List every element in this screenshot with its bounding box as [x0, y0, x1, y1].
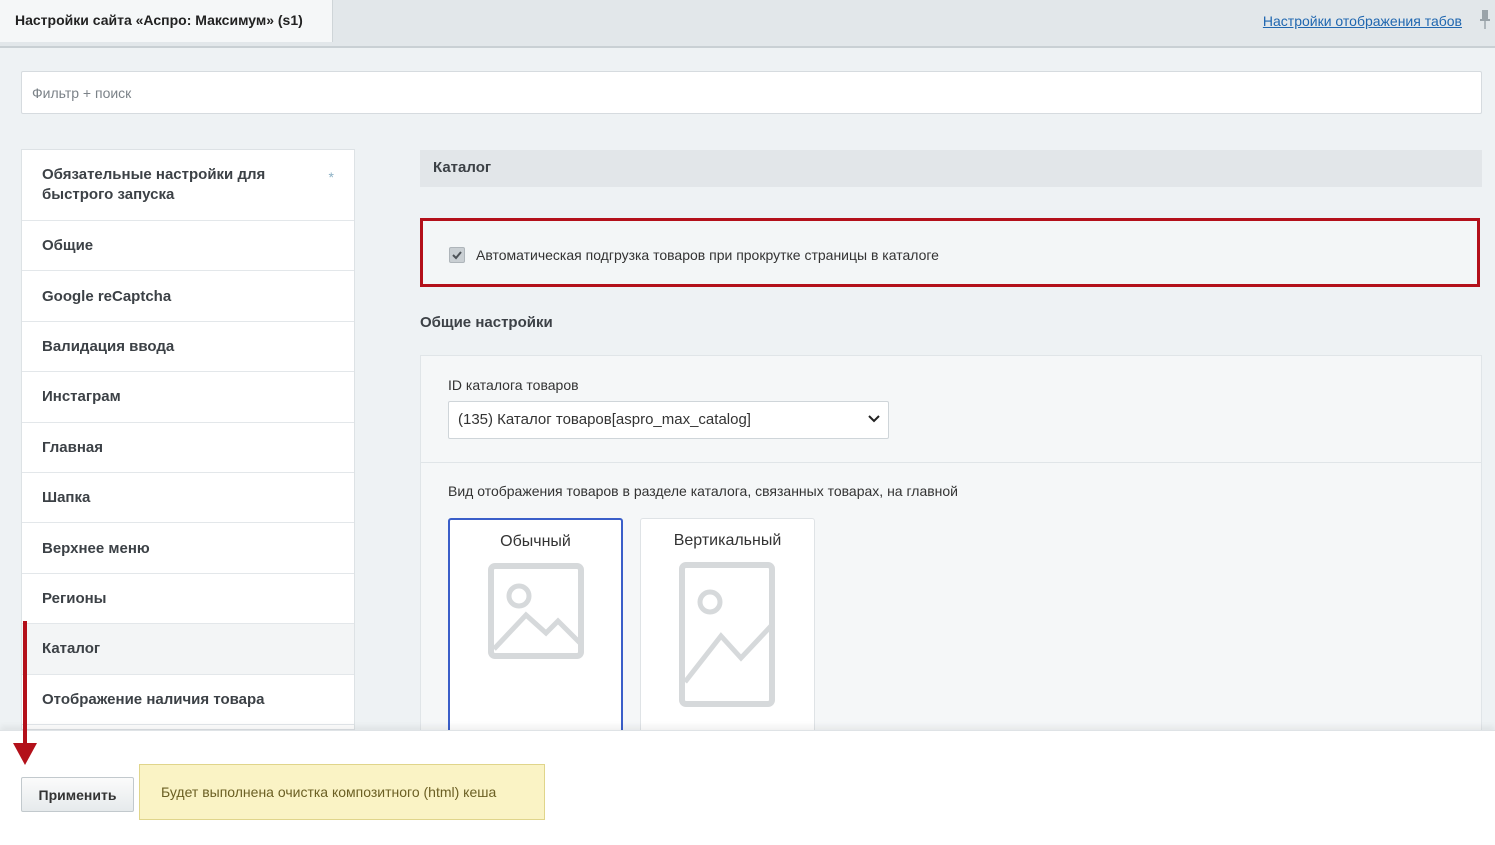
sidebar-item-label: Отображение наличия товара [42, 690, 265, 708]
view-mode-label: Вид отображения товаров в разделе катало… [448, 483, 959, 499]
sidebar-item-required-settings[interactable]: Обязательные настройки для быстрого запу… [22, 150, 354, 221]
sidebar-item-stock-display[interactable]: Отображение наличия товара [22, 675, 354, 725]
check-icon [452, 251, 462, 260]
catalog-id-select[interactable]: (135) Каталог товаров[aspro_max_catalog] [448, 401, 889, 439]
tab-bar: Настройки сайта «Аспро: Максимум» (s1) Н… [0, 0, 1495, 48]
view-option-label: Обычный [500, 533, 571, 550]
sidebar-item-label: Шапка [42, 489, 91, 507]
general-settings-heading: Общие настройки [420, 314, 553, 331]
sidebar-item-general[interactable]: Общие [22, 221, 354, 272]
apply-button[interactable]: Применить [21, 777, 134, 812]
sidebar-item-label: Верхнее меню [42, 539, 150, 557]
tabs-display-settings-link[interactable]: Настройки отображения табов [1263, 13, 1462, 29]
autoload-checkbox[interactable] [449, 247, 465, 263]
autoload-checkbox-label[interactable]: Автоматическая подгрузка товаров при про… [476, 247, 939, 263]
sidebar-item-label: Общие [42, 237, 94, 255]
tab-site-settings[interactable]: Настройки сайта «Аспро: Максимум» (s1) [0, 0, 333, 42]
view-option-vertical[interactable]: Вертикальный [640, 518, 815, 748]
autoload-highlight-box: Автоматическая подгрузка товаров при про… [420, 218, 1480, 287]
filter-search [21, 71, 1482, 114]
sidebar-item-label: Google reCaptcha [42, 287, 172, 305]
sidebar-item-top-menu[interactable]: Верхнее меню [22, 523, 354, 574]
sidebar-item-label: Каталог [42, 640, 101, 658]
annotation-arrow-icon [13, 621, 37, 765]
panel-divider [421, 462, 1481, 463]
sidebar-item-catalog[interactable]: Каталог [22, 624, 354, 675]
settings-sidebar: Обязательные настройки для быстрого запу… [21, 149, 355, 730]
sidebar-item-header[interactable]: Шапка [22, 473, 354, 524]
view-option-label: Вертикальный [673, 532, 782, 549]
sidebar-item-label: Регионы [42, 589, 107, 607]
sidebar-item-label: Обязательные настройки для быстрого запу… [42, 166, 266, 203]
catalog-id-value: (135) Каталог товаров[aspro_max_catalog] [458, 411, 751, 428]
sidebar-item-label: Главная [42, 438, 104, 456]
sidebar-item-label: Инстаграм [42, 388, 121, 406]
cache-clear-note: Будет выполнена очистка композитного (ht… [139, 764, 545, 820]
general-settings-panel: ID каталога товаров (135) Каталог товаро… [420, 355, 1482, 748]
image-placeholder-icon [679, 562, 775, 707]
chevron-down-icon [868, 415, 880, 423]
bottom-action-bar: Применить Будет выполнена очистка композ… [0, 730, 1495, 845]
sidebar-item-input-validation[interactable]: Валидация ввода [22, 322, 354, 373]
sidebar-item-recaptcha[interactable]: Google reCaptcha [22, 271, 354, 322]
sidebar-item-instagram[interactable]: Инстаграм [22, 372, 354, 423]
view-option-normal[interactable]: Обычный [448, 518, 623, 748]
sidebar-item-regions[interactable]: Регионы [22, 574, 354, 625]
sidebar-item-main-page[interactable]: Главная [22, 423, 354, 473]
image-placeholder-icon [488, 563, 584, 659]
required-star-icon: * [328, 169, 334, 185]
filter-search-input[interactable] [22, 72, 1481, 113]
pin-icon[interactable] [1479, 10, 1491, 30]
catalog-id-label: ID каталога товаров [448, 377, 579, 393]
sidebar-item-label: Валидация ввода [42, 337, 175, 355]
section-title: Каталог [420, 150, 1482, 187]
